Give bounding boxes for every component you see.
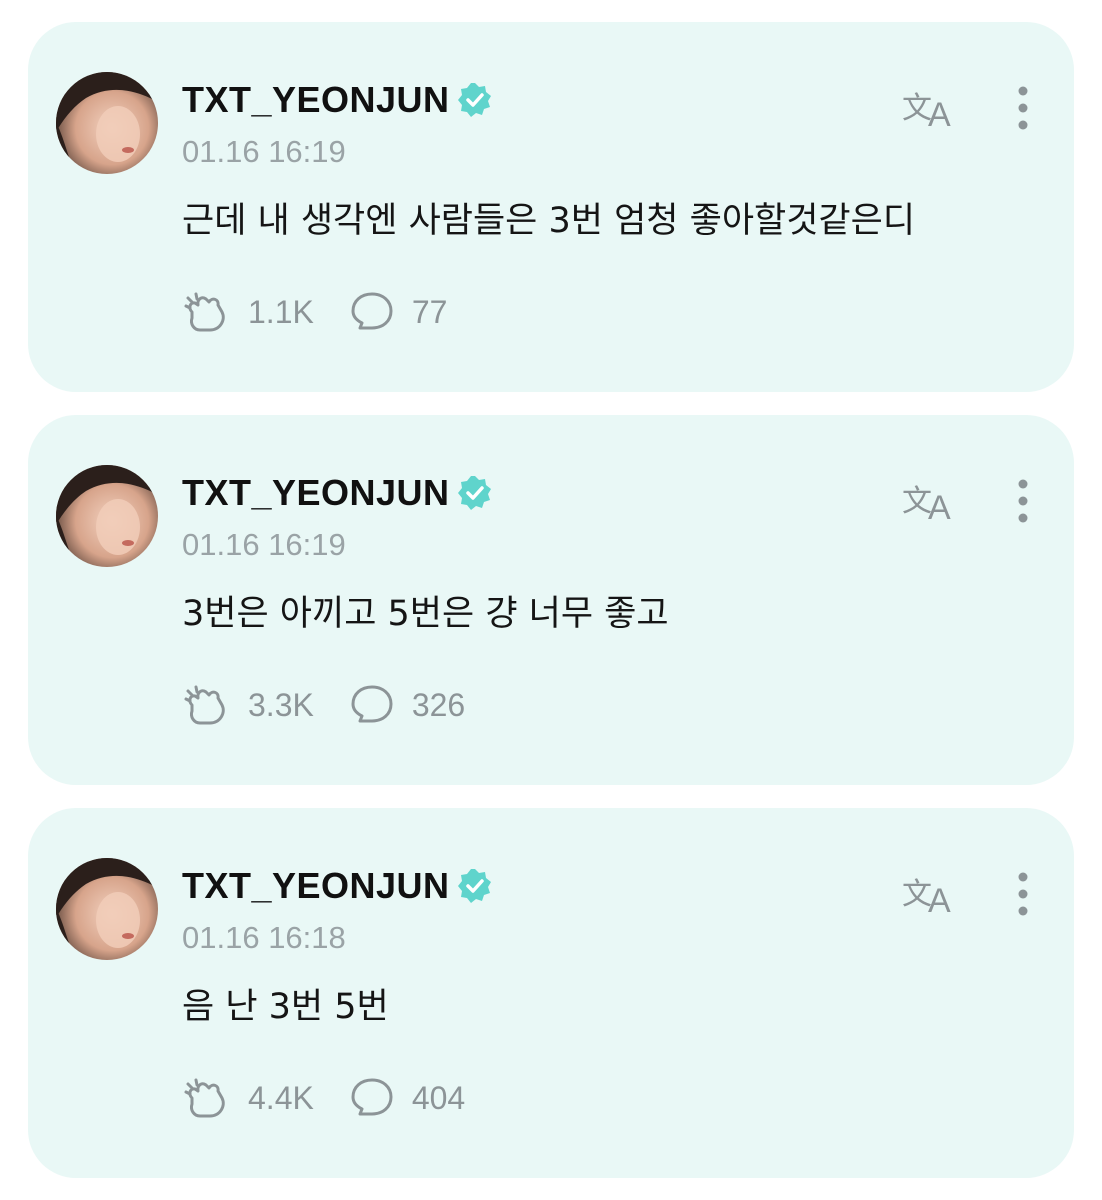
- comment-bubble-icon[interactable]: [350, 683, 394, 727]
- comment-bubble-icon[interactable]: [350, 290, 394, 334]
- more-vertical-icon[interactable]: [1008, 84, 1038, 132]
- author-row: TXT_YEONJUN: [182, 864, 494, 908]
- verified-badge-icon: [457, 83, 491, 117]
- post-text: 음 난 3번 5번: [182, 987, 389, 1027]
- comment-count: 77: [411, 293, 448, 330]
- post-stats: 1.1K 77: [182, 290, 447, 334]
- translate-icon[interactable]: 文 A: [900, 475, 960, 525]
- cheer-hand-icon[interactable]: [182, 290, 230, 334]
- svg-text:A: A: [928, 882, 951, 918]
- post-time: 01.16 16:18: [182, 920, 346, 955]
- like-count: 1.1K: [248, 293, 314, 330]
- svg-text:A: A: [928, 489, 951, 525]
- cheer-hand-icon[interactable]: [182, 683, 230, 727]
- translate-icon[interactable]: 文 A: [900, 82, 960, 132]
- post-stats: 4.4K 404: [182, 1076, 465, 1120]
- verified-badge-icon: [457, 476, 491, 510]
- avatar[interactable]: [56, 858, 158, 960]
- like-count: 3.3K: [248, 686, 314, 723]
- translate-icon[interactable]: 文 A: [900, 868, 960, 918]
- post-text: 3번은 아끼고 5번은 걍 너무 좋고: [182, 594, 669, 634]
- post-time: 01.16 16:19: [182, 527, 346, 562]
- more-vertical-icon[interactable]: [1008, 477, 1038, 525]
- username[interactable]: TXT_YEONJUN: [182, 472, 450, 514]
- more-vertical-icon[interactable]: [1008, 870, 1038, 918]
- svg-text:A: A: [928, 96, 951, 132]
- post-time: 01.16 16:19: [182, 134, 346, 169]
- cheer-hand-icon[interactable]: [182, 1076, 230, 1120]
- username[interactable]: TXT_YEONJUN: [182, 79, 450, 121]
- post-card[interactable]: TXT_YEONJUN 01.16 16:19 근데 내 생각엔 사람들은 3번…: [28, 22, 1074, 392]
- like-count: 4.4K: [248, 1079, 314, 1116]
- post-card[interactable]: TXT_YEONJUN 01.16 16:18 음 난 3번 5번 文 A 4.…: [28, 808, 1074, 1178]
- author-row: TXT_YEONJUN: [182, 78, 494, 122]
- avatar[interactable]: [56, 465, 158, 567]
- username[interactable]: TXT_YEONJUN: [182, 865, 450, 907]
- author-row: TXT_YEONJUN: [182, 471, 494, 515]
- verified-badge-icon: [457, 869, 491, 903]
- post-stats: 3.3K 326: [182, 683, 465, 727]
- comment-bubble-icon[interactable]: [350, 1076, 394, 1120]
- post-text: 근데 내 생각엔 사람들은 3번 엄청 좋아할것같은디: [182, 201, 916, 241]
- post-card[interactable]: TXT_YEONJUN 01.16 16:19 3번은 아끼고 5번은 걍 너무…: [28, 415, 1074, 785]
- comment-count: 326: [411, 686, 466, 723]
- avatar[interactable]: [56, 72, 158, 174]
- comment-count: 404: [411, 1079, 466, 1116]
